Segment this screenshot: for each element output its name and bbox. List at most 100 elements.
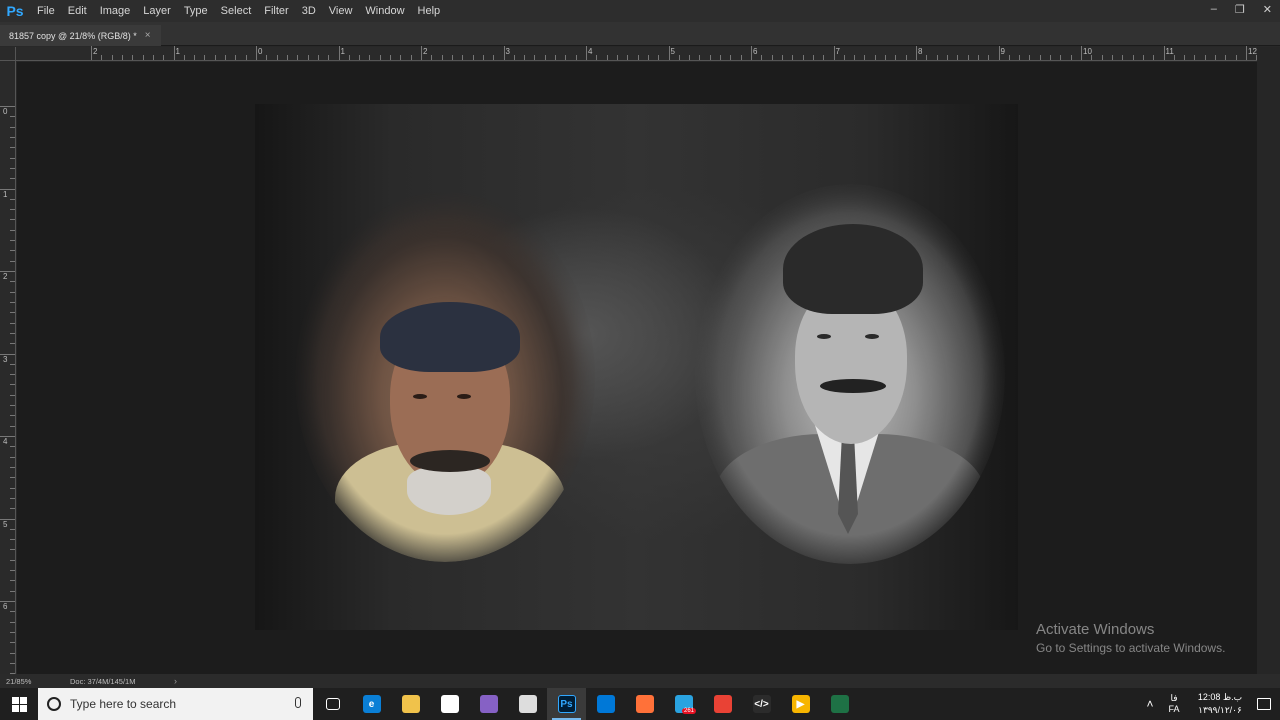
restore-icon[interactable]: ❐ [1235,3,1245,16]
ruler-minor-tick [348,55,350,60]
menu-select[interactable]: Select [214,0,258,22]
zoom-level[interactable]: 21/85% [0,677,70,686]
ruler-minor-tick [967,55,969,60]
mail-taskbar-button[interactable] [508,688,547,720]
ruler-h-label: 6 [753,47,758,56]
menu-layer[interactable]: Layer [136,0,177,22]
notification-icon [1257,698,1271,710]
menu-3d[interactable]: 3D [295,0,322,22]
ruler-minor-tick [431,55,433,60]
spreadsheet-taskbar-button[interactable] [820,688,859,720]
telegram-taskbar-button[interactable]: 261 [664,688,703,720]
taskbar-search-box[interactable]: Type here to search [38,688,313,720]
menu-window[interactable]: Window [358,0,410,22]
ruler-minor-tick [225,55,227,60]
ruler-minor-tick [936,55,938,60]
show-hidden-icons-chevron-icon[interactable]: ˄ [1138,697,1162,711]
ruler-minor-tick [616,55,618,60]
ruler-minor-tick [658,55,660,60]
close-icon[interactable]: ✕ [1263,3,1272,16]
ruler-minor-tick [10,539,15,541]
eye-shape [817,334,831,339]
ruler-minor-tick [286,55,288,60]
ruler-minor-tick [1132,55,1134,60]
ruler-minor-tick [10,301,15,303]
portrait-left-image [295,192,595,562]
photoshop-taskbar-button[interactable]: Ps [547,688,586,720]
ruler-h-label: 1 [340,47,345,56]
horizontal-ruler[interactable]: 2 1 0 1 2 3 4 5 6 7 8 9 10 11 12 [16,46,1278,61]
ruler-minor-tick [761,55,763,60]
action-center-button[interactable] [1248,698,1280,710]
eye-shape [413,394,427,399]
edge-taskbar-button[interactable]: e [352,688,391,720]
ruler-minor-tick [10,167,15,169]
photoshop-logo-icon[interactable]: Ps [0,0,30,22]
ruler-h-label: 2 [423,47,428,56]
ruler-minor-tick [647,55,649,60]
ruler-minor-tick [10,652,15,654]
menu-image[interactable]: Image [93,0,137,22]
file-explorer-taskbar-button[interactable] [391,688,430,720]
ruler-minor-tick [709,55,711,60]
ruler-minor-tick [10,260,15,262]
ruler-minor-tick [10,405,15,407]
visual-studio-taskbar-button[interactable] [469,688,508,720]
ruler-minor-tick [781,55,783,60]
clock[interactable]: 12:08 ب.ظ ۱۳۹۹/۱۲/۰۶ [1192,691,1248,717]
chrome-taskbar-button[interactable] [703,688,742,720]
ruler-minor-tick [10,209,15,211]
document-canvas[interactable] [255,104,1018,630]
menu-file[interactable]: File [30,0,61,22]
code-editor-taskbar-button[interactable]: </> [742,688,781,720]
menu-type[interactable]: Type [177,0,214,22]
ruler-minor-tick [451,55,453,60]
ruler-minor-tick [864,55,866,60]
document-tab-bar: 81857 copy @ 21/8% (RGB/8) * × [0,22,1280,46]
ruler-minor-tick [183,55,185,60]
ruler-corner[interactable] [0,47,16,61]
ruler-minor-tick [534,55,536,60]
firefox-taskbar-button[interactable] [625,688,664,720]
visual-studio-icon [479,695,498,713]
ruler-minor-tick [1194,55,1196,60]
media-player-taskbar-button[interactable]: ▶ [781,688,820,720]
ruler-minor-tick [10,508,15,510]
ruler-minor-tick [1184,55,1186,60]
ruler-minor-tick [10,198,15,200]
start-button[interactable] [0,688,38,720]
input-language[interactable]: فا FA [1162,693,1186,715]
ruler-minor-tick [245,55,247,60]
ruler-minor-tick [10,147,15,149]
store-taskbar-button[interactable] [430,688,469,720]
taskbar-apps: e Ps 261 </> ▶ [313,688,859,720]
ruler-minor-tick [812,55,814,60]
ruler-minor-tick [606,55,608,60]
menu-help[interactable]: Help [411,0,447,22]
windows-taskbar: Type here to search e Ps 261 </> ▶ ˄ فا FA 1… [0,688,1280,720]
bluetooth-taskbar-button[interactable] [586,688,625,720]
tab-close-icon[interactable]: × [145,30,151,41]
ruler-major-tick [173,46,175,60]
minimize-icon[interactable]: – [1211,3,1217,15]
eye-shape [865,334,879,339]
menu-view[interactable]: View [322,0,359,22]
ruler-minor-tick [214,55,216,60]
firefox-icon [635,695,654,713]
status-menu-arrow-icon[interactable]: › [174,676,177,686]
menu-filter[interactable]: Filter [257,0,294,22]
vertical-ruler[interactable]: 0 1 2 3 4 5 6 [0,61,16,675]
microphone-icon[interactable] [295,697,301,708]
ruler-minor-tick [400,55,402,60]
ruler-major-tick [668,46,670,60]
spreadsheet-icon [830,695,849,713]
ruler-minor-tick [328,55,330,60]
ruler-major-tick [833,46,835,60]
ruler-minor-tick [10,662,15,664]
ruler-minor-tick [10,477,15,479]
ruler-minor-tick [802,55,804,60]
task-view-taskbar-button[interactable] [313,688,352,720]
menu-edit[interactable]: Edit [61,0,93,22]
document-tab[interactable]: 81857 copy @ 21/8% (RGB/8) * × [0,25,161,46]
ruler-minor-tick [390,55,392,60]
